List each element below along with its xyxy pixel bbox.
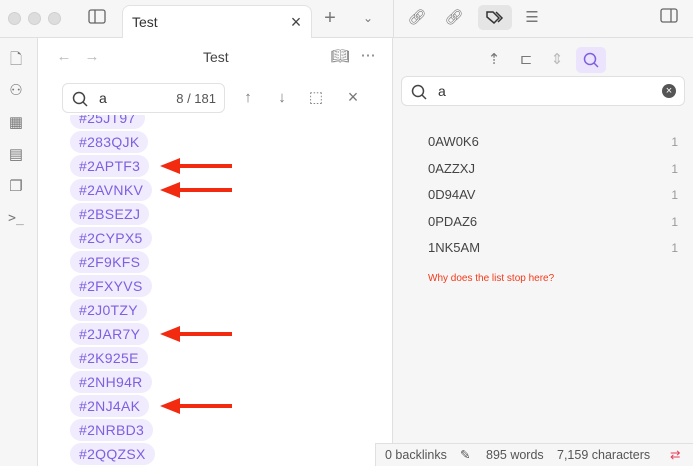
chevron-down-icon[interactable]: ⌄ (357, 8, 379, 28)
annotation-note: Why does the list stop here? (428, 273, 555, 284)
tab-title: Test (132, 14, 158, 30)
tag-name: 0D94AV (428, 187, 476, 203)
arrow-shaft (178, 188, 232, 192)
tag-pill[interactable]: #283QJK (70, 131, 149, 153)
tag-row[interactable]: 1NK5AM 1 (428, 238, 678, 258)
forward-icon[interactable]: → (81, 47, 103, 67)
annotation-arrow (160, 326, 232, 342)
tag-pill[interactable]: #2NJ4AK (70, 395, 150, 417)
annotation-arrow (160, 398, 232, 414)
tag-count: 1 (671, 161, 678, 176)
sort-icon[interactable]: ⇡ (483, 50, 505, 70)
canvas-icon[interactable]: ▦ (5, 113, 27, 133)
tag-row[interactable]: 0PDAZ6 1 (428, 212, 678, 232)
tag-name: 0AW0K6 (428, 134, 479, 149)
word-count: 895 words (486, 448, 544, 462)
tag-pill[interactable]: #2CYPX5 (70, 227, 152, 249)
arrow-shaft (178, 404, 232, 408)
tag-pill[interactable]: #2NH94R (70, 371, 152, 393)
backlinks-count[interactable]: 0 backlinks (385, 444, 447, 466)
outgoing-links-icon[interactable]: 🔗︎ (443, 8, 465, 28)
toggle-sidebar-icon[interactable] (86, 9, 108, 29)
tag-list: #25JT97 #283QJK #2APTF3 #2AVNKV #2BSEZJ #2CYP… (38, 115, 392, 466)
close-window-button[interactable] (8, 12, 21, 25)
outline-icon[interactable]: ☰ (521, 8, 543, 28)
minimize-window-button[interactable] (28, 12, 41, 25)
tag-pill[interactable]: #2AVNKV (70, 179, 153, 201)
find-bar[interactable]: a 8 / 181 (62, 83, 225, 113)
graph-icon[interactable]: ⚇ (5, 81, 27, 101)
editor-pane: ← → Test 📖︎ ⋯ a 8 / 181 ↑ ↓ ⬚ × #25JT97 #… (38, 38, 393, 466)
tag-count: 1 (671, 241, 678, 256)
tags-tab[interactable] (478, 5, 512, 30)
toggle-right-sidebar-icon[interactable] (658, 8, 680, 28)
file-search-icon[interactable]: 🗋 (5, 50, 27, 70)
annotation-arrow (160, 182, 232, 198)
tag-pill[interactable]: #2FXYVS (70, 275, 152, 297)
copy-icon[interactable]: ❐ (5, 177, 27, 197)
tags-icon (486, 11, 504, 25)
expand-collapse-icon[interactable]: ⇕ (546, 50, 568, 70)
annotation-arrow (160, 158, 232, 174)
zoom-window-button[interactable] (48, 12, 61, 25)
new-tab-icon[interactable]: + (319, 8, 341, 28)
clear-search-icon[interactable]: × (662, 84, 676, 98)
tag-pill[interactable]: #2NRBD3 (70, 419, 154, 441)
tag-count: 1 (671, 135, 678, 149)
arrow-head (160, 326, 180, 342)
tag-pill[interactable]: #2JAR7Y (70, 323, 150, 345)
ribbon: 🗋 ⚇ ▦ ▤ ❐ >_ (0, 38, 38, 466)
search-toggle-button[interactable] (576, 47, 606, 73)
tag-row[interactable]: 0AW0K6 1 (428, 132, 678, 152)
search-icon (583, 52, 599, 68)
character-count: 7,159 characters (557, 448, 651, 462)
right-panel-tabs: 🔗︎ 🔗︎ ☰ (393, 0, 693, 38)
tag-pill[interactable]: #2F9KFS (70, 251, 150, 273)
close-tab-icon[interactable]: × (285, 12, 307, 32)
match-count: 8 / 181 (176, 91, 216, 106)
tab-test[interactable]: Test × (122, 5, 312, 39)
close-find-icon[interactable]: × (342, 87, 364, 107)
arrow-head (160, 398, 180, 414)
edit-pencil-icon[interactable]: ✎ (460, 444, 470, 466)
arrow-head (160, 182, 180, 198)
tag-count: 1 (671, 188, 678, 203)
tag-count: 1 (671, 214, 678, 229)
tag-name: 1NK5AM (428, 240, 481, 256)
tag-pill[interactable]: #2J0TZY (70, 299, 147, 321)
calendar-icon[interactable]: ▤ (5, 145, 27, 165)
tag-name: 0AZZXJ (428, 160, 475, 176)
nested-tags-icon[interactable]: ⊏ (515, 50, 537, 70)
tag-name: 0PDAZ6 (428, 213, 478, 229)
arrow-head (160, 158, 180, 174)
more-options-icon[interactable]: ⋯ (357, 46, 379, 66)
tag-pill[interactable]: #2BSEZJ (70, 203, 150, 225)
backlinks-icon[interactable]: 🔗︎ (406, 8, 428, 28)
reading-view-icon[interactable]: 📖︎ (329, 47, 351, 67)
tag-search-field[interactable]: a × (401, 76, 685, 106)
select-all-matches-icon[interactable]: ⬚ (305, 88, 327, 108)
search-icon (72, 91, 88, 107)
tag-pill[interactable]: #2QQZSX (70, 443, 155, 465)
arrow-shaft (178, 164, 232, 168)
next-match-icon[interactable]: ↓ (271, 88, 293, 108)
status-bar: 0 backlinks ✎ 895 words 7,159 characters… (375, 443, 693, 466)
tag-pill[interactable]: #2APTF3 (70, 155, 150, 177)
title-bar: Test × + ⌄ 🔗︎ 🔗︎ ☰ (0, 0, 693, 39)
tag-pill[interactable]: #25JT97 (70, 115, 145, 129)
tag-search-input[interactable]: a (438, 83, 446, 99)
arrow-shaft (178, 332, 232, 336)
tag-row[interactable]: 0AZZXJ 1 (428, 159, 678, 179)
previous-match-icon[interactable]: ↑ (237, 88, 259, 108)
search-icon (411, 84, 427, 100)
find-input[interactable]: a (99, 90, 107, 106)
tag-pill[interactable]: #2K925E (70, 347, 148, 369)
back-icon[interactable]: ← (53, 47, 75, 67)
tag-row[interactable]: 0D94AV 1 (428, 185, 678, 205)
note-title: Test (203, 49, 229, 65)
tags-panel: ⇡ ⊏ ⇕ a × 0AW0K6 1 0AZZXJ 1 0D94AV 1 0PDAZ6 1 1N… (393, 38, 693, 466)
sync-error-icon[interactable]: ⇄ (670, 444, 680, 466)
terminal-icon[interactable]: >_ (5, 209, 27, 229)
